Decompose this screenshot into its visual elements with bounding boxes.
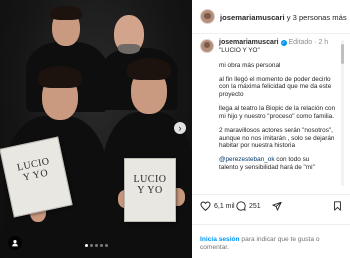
book-right: LUCIO Y YO	[124, 158, 176, 222]
bookmark-icon	[334, 201, 341, 211]
caption-time[interactable]: 2 h	[318, 39, 328, 46]
comment-count[interactable]: 251	[249, 203, 261, 210]
book-right-title-1: LUCIO	[133, 174, 167, 185]
user-icon	[12, 240, 18, 247]
caption-paragraph: llega al teatro la Biopic de la relación…	[219, 105, 336, 120]
like-count[interactable]: 6,1 mil	[214, 203, 235, 210]
post-sidebar: josemariamuscari y 3 personas más josema…	[192, 0, 350, 258]
carousel-dots	[0, 244, 192, 247]
carousel-dot	[94, 244, 98, 247]
caption-scrollbar[interactable]	[341, 40, 344, 186]
send-icon	[272, 201, 282, 211]
verified-badge-icon: ✓	[280, 40, 287, 46]
login-prompt: Inicia sesión para indicar que te gusta …	[192, 224, 350, 258]
avatar[interactable]	[200, 39, 214, 53]
carousel-dot	[104, 244, 108, 247]
caption-text: "LUCIO Y YO" mi obra más personal al fin…	[219, 47, 337, 178]
tagged-people-button[interactable]	[8, 236, 22, 250]
coauthors-link[interactable]: y 3 personas más	[287, 13, 347, 22]
caption-paragraph: @perezesteban_ok con todo su talento y se…	[219, 156, 337, 171]
avatar[interactable]	[200, 9, 215, 24]
caption-username[interactable]: josemariamuscari	[219, 39, 279, 46]
scrollbar-thumb[interactable]	[341, 44, 344, 64]
chevron-right-icon: ›	[178, 123, 182, 133]
action-bar: 6,1 mil 251	[192, 194, 350, 218]
caption-comment: josemariamuscari ✓ Editado · 2 h "LUCIO …	[192, 34, 350, 194]
caption-paragraph: al fin llegó el momento de poder decirlo…	[219, 76, 332, 98]
caption-fragment: con todo su	[274, 156, 310, 164]
carousel-dot	[84, 244, 88, 247]
mention-link[interactable]: @perezesteban_ok	[219, 156, 275, 163]
carousel-dot	[99, 244, 103, 247]
caption-paragraph: 2 maravillosos actores serán "nosotros",…	[219, 127, 335, 149]
caption-edited: Editado	[288, 39, 313, 46]
carousel-dot	[89, 244, 93, 247]
heart-icon	[200, 201, 211, 211]
post-header: josemariamuscari y 3 personas más	[192, 0, 350, 34]
share-button[interactable]	[272, 201, 282, 211]
caption-paragraph: "LUCIO Y YO"	[219, 47, 260, 54]
like-button[interactable]: 6,1 mil	[200, 201, 235, 211]
next-slide-button[interactable]: ›	[174, 122, 186, 134]
caption-separator: ·	[314, 39, 317, 46]
post-photo[interactable]: LUCIO Y YO LUCIO Y YO ›	[0, 0, 192, 258]
post-authors: josemariamuscari y 3 personas más	[220, 13, 347, 22]
login-link[interactable]: Inicia sesión	[200, 236, 240, 243]
caption-fragment: talento y sensibilidad hará de "mi"	[219, 163, 315, 171]
comment-icon	[236, 201, 246, 211]
caption-header: josemariamuscari ✓ Editado · 2 h	[219, 39, 328, 46]
caption-paragraph: mi obra más personal	[219, 61, 281, 69]
book-right-title-2: Y YO	[137, 185, 163, 196]
author-username[interactable]: josemariamuscari	[220, 13, 285, 22]
comment-button[interactable]: 251	[236, 201, 261, 211]
save-button[interactable]	[333, 201, 342, 211]
